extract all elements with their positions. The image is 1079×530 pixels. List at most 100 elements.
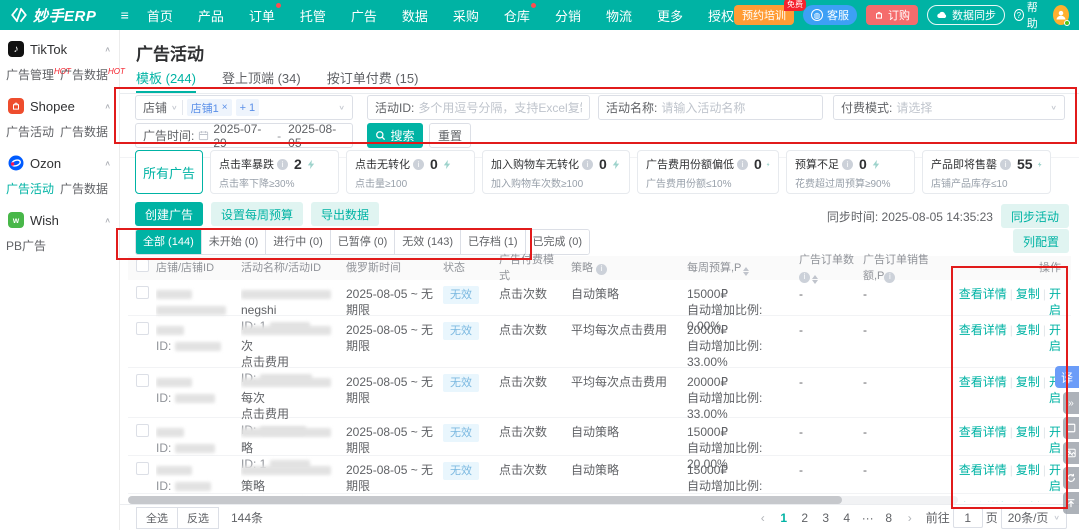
column-config-button[interactable]: 列配置 bbox=[1013, 229, 1069, 253]
sidebar-item-shopee-campaign[interactable]: 广告活动 bbox=[6, 119, 60, 144]
status-tab-in-progress[interactable]: 进行中 (0) bbox=[265, 230, 330, 254]
sidebar-item-tiktok-ad-manage[interactable]: 广告管理HOT bbox=[6, 62, 60, 87]
sidebar-group-shopee[interactable]: Shopee ∧ bbox=[0, 91, 119, 119]
sidebar-item-tiktok-ad-data[interactable]: 广告数据HOT bbox=[60, 62, 114, 87]
row-checkbox[interactable] bbox=[136, 322, 149, 335]
menu-item-warehouse[interactable]: 仓库 bbox=[504, 6, 530, 25]
row-checkbox[interactable] bbox=[136, 462, 149, 475]
menu-item-orders[interactable]: 订单 bbox=[249, 6, 275, 25]
sidebar-item-wish-pb-ads[interactable]: PB广告 bbox=[6, 233, 60, 258]
remove-tag-icon[interactable]: × bbox=[222, 102, 228, 113]
goto-page-input[interactable] bbox=[953, 508, 983, 528]
menu-item-hosting[interactable]: 托管 bbox=[300, 6, 326, 25]
customer-service-button[interactable]: ◍ 客服 bbox=[803, 5, 857, 25]
tab-pay-per-order[interactable]: 按订单付费 (15) bbox=[327, 68, 419, 93]
date-range-picker[interactable]: 广告时间: 2025-07-29 - 2025-08-05 bbox=[135, 123, 353, 148]
page-button-2[interactable]: 2 bbox=[796, 511, 814, 525]
refresh-button[interactable] bbox=[1063, 467, 1079, 489]
page-button-1[interactable]: 1 bbox=[775, 511, 793, 525]
stat-card-no-conversion[interactable]: 点击无转化i0 点击量≥100 bbox=[346, 150, 475, 194]
menu-item-more[interactable]: 更多 bbox=[657, 6, 683, 25]
menu-collapse-icon[interactable]: ≡ bbox=[121, 7, 129, 23]
enable-link[interactable]: 开启 bbox=[1049, 323, 1061, 353]
row-checkbox[interactable] bbox=[136, 286, 149, 299]
user-avatar[interactable] bbox=[1053, 5, 1069, 25]
view-details-link[interactable]: 查看详情 bbox=[959, 375, 1007, 389]
app-logo[interactable]: 妙手ERP bbox=[10, 5, 117, 26]
reset-button[interactable]: 重置 bbox=[429, 123, 471, 148]
pay-mode-select[interactable]: 付费模式: 请选择 ∨ bbox=[833, 95, 1065, 120]
view-details-link[interactable]: 查看详情 bbox=[959, 501, 1007, 502]
collapse-panel-button[interactable]: » bbox=[1063, 392, 1079, 414]
next-page-button[interactable]: › bbox=[901, 511, 919, 525]
export-data-button[interactable]: 导出数据 bbox=[311, 202, 379, 226]
view-details-link[interactable]: 查看详情 bbox=[959, 287, 1007, 301]
menu-item-distribution[interactable]: 分销 bbox=[555, 6, 581, 25]
invert-selection-button[interactable]: 反选 bbox=[177, 507, 219, 529]
enable-link[interactable]: 开启 bbox=[1049, 287, 1061, 317]
status-tab-completed[interactable]: 已完成 (0) bbox=[525, 230, 590, 254]
page-button-8[interactable]: 8 bbox=[880, 511, 898, 525]
menu-item-ads[interactable]: 广告 bbox=[351, 6, 377, 25]
copy-link[interactable]: 复制 bbox=[1016, 501, 1040, 502]
sidebar-item-ozon-ad-data[interactable]: 广告数据 bbox=[60, 176, 114, 201]
tab-top-placement[interactable]: 登上顶端 (34) bbox=[222, 68, 301, 93]
page-button-4[interactable]: 4 bbox=[838, 511, 856, 525]
view-details-link[interactable]: 查看详情 bbox=[959, 425, 1007, 439]
row-checkbox[interactable] bbox=[136, 374, 149, 387]
copy-link[interactable]: 复制 bbox=[1016, 463, 1040, 477]
translate-button[interactable]: 译 bbox=[1055, 366, 1079, 388]
all-ads-button[interactable]: 所有广告 bbox=[135, 150, 203, 194]
sidebar-item-ozon-campaign[interactable]: 广告活动 bbox=[6, 176, 60, 201]
menu-item-purchase[interactable]: 采购 bbox=[453, 6, 479, 25]
page-size-select[interactable]: 20条/页∨ bbox=[1001, 507, 1067, 529]
help-button[interactable]: ? 帮助 bbox=[1014, 0, 1044, 31]
status-tab-paused[interactable]: 已暂停 (0) bbox=[330, 230, 395, 254]
stat-card-ctr-drop[interactable]: 点击率暴跌i2 点击率下降≥30% bbox=[210, 150, 339, 194]
status-tab-invalid[interactable]: 无效 (143) bbox=[394, 230, 460, 254]
sidebar-group-ozon[interactable]: Ozon ∧ bbox=[0, 148, 119, 176]
stat-card-low-budget[interactable]: 预算不足i0 花费超过周预算≥90% bbox=[786, 150, 915, 194]
menu-item-authorization[interactable]: 授权 bbox=[708, 6, 734, 25]
page-button-3[interactable]: 3 bbox=[817, 511, 835, 525]
sync-campaign-button[interactable]: 同步活动 bbox=[1001, 204, 1069, 228]
tab-template[interactable]: 模板 (244) bbox=[136, 68, 196, 93]
enable-link[interactable]: 开启 bbox=[1049, 463, 1061, 493]
status-tab-not-started[interactable]: 未开始 (0) bbox=[201, 230, 266, 254]
campaign-name-input[interactable] bbox=[661, 101, 815, 115]
screenshot-button[interactable] bbox=[1063, 417, 1079, 439]
copy-link[interactable]: 复制 bbox=[1016, 425, 1040, 439]
copy-link[interactable]: 复制 bbox=[1016, 287, 1040, 301]
select-all-button[interactable]: 全选 bbox=[136, 507, 178, 529]
shop-select[interactable]: 店铺 ∨ 店铺1× + 1 ∨ bbox=[135, 95, 353, 120]
subscribe-button[interactable]: 订购 bbox=[866, 5, 918, 25]
horizontal-scrollbar-thumb[interactable] bbox=[128, 496, 842, 504]
weekly-budget-button[interactable]: 设置每周预算 bbox=[211, 202, 303, 226]
page-ellipsis[interactable]: ··· bbox=[859, 511, 877, 525]
sidebar-item-shopee-ad-data[interactable]: 广告数据 bbox=[60, 119, 114, 144]
view-details-link[interactable]: 查看详情 bbox=[959, 323, 1007, 337]
prev-page-button[interactable]: ‹ bbox=[754, 511, 772, 525]
campaign-id-input[interactable] bbox=[418, 101, 582, 115]
menu-item-products[interactable]: 产品 bbox=[198, 6, 224, 25]
search-button[interactable]: 搜索 bbox=[367, 123, 423, 148]
enable-link[interactable]: 开启 bbox=[1049, 501, 1061, 502]
copy-link[interactable]: 复制 bbox=[1016, 375, 1040, 389]
stat-card-low-ad-share[interactable]: 广告费用份额偏低i0 广告费用份额≤10% bbox=[637, 150, 779, 194]
menu-item-home[interactable]: 首页 bbox=[147, 6, 173, 25]
data-sync-button[interactable]: 数据同步 bbox=[927, 5, 1005, 25]
stat-card-cart-no-conversion[interactable]: 加入购物车无转化i0 加入购物车次数≥100 bbox=[482, 150, 630, 194]
image-tool-button[interactable] bbox=[1063, 442, 1079, 464]
menu-item-data[interactable]: 数据 bbox=[402, 6, 428, 25]
sort-icon[interactable] bbox=[743, 267, 749, 276]
copy-link[interactable]: 复制 bbox=[1016, 323, 1040, 337]
select-all-checkbox[interactable] bbox=[136, 259, 149, 272]
menu-item-logistics[interactable]: 物流 bbox=[606, 6, 632, 25]
stat-card-sold-out-soon[interactable]: 产品即将售罄i55 店铺产品库存≤10 bbox=[922, 150, 1051, 194]
create-ad-button[interactable]: 创建广告 bbox=[135, 202, 203, 226]
training-button[interactable]: 预约培训 免费 bbox=[734, 5, 794, 25]
sidebar-group-tiktok[interactable]: ♪ TikTok ∧ bbox=[0, 34, 119, 62]
enable-link[interactable]: 开启 bbox=[1049, 425, 1061, 455]
status-tab-archived[interactable]: 已存档 (1) bbox=[460, 230, 525, 254]
view-details-link[interactable]: 查看详情 bbox=[959, 463, 1007, 477]
